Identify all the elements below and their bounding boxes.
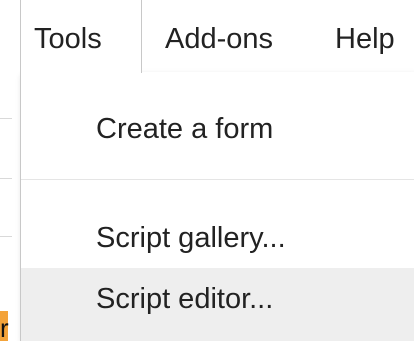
menu-tools[interactable]: Tools (20, 0, 142, 73)
spreadsheet-window: r Tools Add-ons Help Create a form Scrip… (0, 0, 414, 341)
menu-item-create-a-form[interactable]: Create a form (21, 100, 414, 158)
tools-dropdown-menu: Create a form Script gallery... Script e… (20, 72, 414, 341)
sheet-gridline (0, 118, 12, 119)
menu-item-script-gallery[interactable]: Script gallery... (21, 209, 414, 267)
menubar: Tools Add-ons Help (0, 0, 414, 73)
sheet-gridline (0, 236, 12, 237)
menu-help[interactable]: Help (335, 0, 395, 72)
menu-add-ons[interactable]: Add-ons (165, 0, 273, 72)
sheet-gridline (0, 178, 12, 179)
menu-separator (21, 179, 414, 180)
sheet-cell-fragment: r (0, 316, 9, 341)
menu-item-script-editor[interactable]: Script editor... (21, 268, 414, 341)
